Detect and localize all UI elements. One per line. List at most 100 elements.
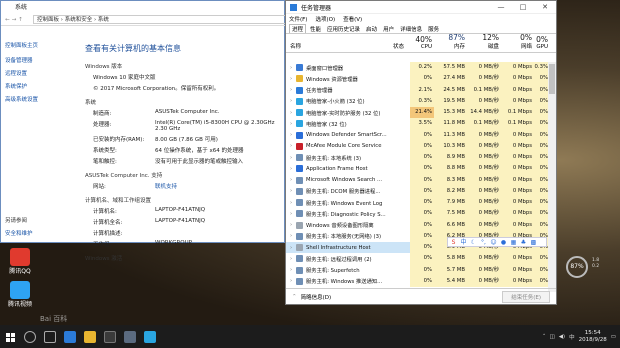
- process-row[interactable]: › Windows Defender SmartScr... 0% 11.3 MB 0 …: [286, 129, 550, 141]
- nav-arrows-icon[interactable]: ←→↑: [1, 17, 33, 23]
- menu-options[interactable]: 选项(O): [315, 15, 335, 23]
- process-name-cell: › Microsoft Windows Search ...: [286, 176, 393, 184]
- process-row[interactable]: › Windows 资源管理器 0% 27.4 MB 0 MB/秒 0 Mbps 0%: [286, 73, 550, 85]
- process-name-cell: › 任务管理器: [286, 86, 393, 94]
- col-gpu[interactable]: 0% GPU: [534, 34, 549, 52]
- process-row[interactable]: › 服务主机: Diagnostic Policy S... 0% 7.5 MB 0 M…: [286, 208, 550, 220]
- task-manager-taskbar-icon[interactable]: [144, 330, 156, 343]
- process-name-cell: › 服务主机: Windows Event Log: [286, 199, 393, 207]
- col-cpu[interactable]: 40% CPU: [410, 34, 434, 52]
- notification-icon[interactable]: ▭: [611, 334, 616, 340]
- process-cpu: 0%: [410, 140, 434, 152]
- process-row[interactable]: › Application Frame Host 0% 8.8 MB 0 MB/秒 0 M…: [286, 163, 550, 175]
- edition-value: Windows 10 家庭中文版: [93, 75, 156, 81]
- process-row[interactable]: › 电脑管家-小火箭 (32 位) 0.3% 19.5 MB 0 MB/秒 0 Mbps 0…: [286, 95, 550, 107]
- chevron-up-icon[interactable]: ⌃: [292, 294, 297, 300]
- grid-icon[interactable]: ▩: [530, 239, 537, 246]
- mic-icon[interactable]: ●: [500, 239, 507, 246]
- volume-icon[interactable]: ◀): [559, 334, 565, 340]
- moon-icon[interactable]: ☾: [470, 239, 477, 246]
- sogou-logo-icon[interactable]: S: [450, 239, 457, 246]
- punctuation-icon[interactable]: °,: [480, 239, 487, 246]
- process-gpu: 0%: [534, 152, 549, 164]
- sidebar-home-link[interactable]: 控制面板主页: [5, 41, 75, 49]
- sidebar-item-advanced[interactable]: 高级系统设置: [5, 95, 75, 103]
- process-row[interactable]: › Windows 音频设备图形隔离 0% 6.6 MB 0 MB/秒 0 Mbps 0%: [286, 219, 550, 231]
- process-cpu: 0%: [410, 152, 434, 164]
- process-disk: 0.1 MB/秒: [467, 84, 501, 96]
- process-row[interactable]: › McAfee Module Core Service 0% 10.3 MB 0 MB…: [286, 140, 550, 152]
- task-view-icon[interactable]: [44, 330, 56, 343]
- process-memory: 19.5 MB: [434, 95, 467, 107]
- process-row[interactable]: › 服务主机: 本地系统 (3) 0% 8.9 MB 0 MB/秒 0 Mbps 0%: [286, 152, 550, 164]
- control-panel-icon[interactable]: [124, 330, 136, 343]
- clock[interactable]: 15:54 2018/9/28: [579, 330, 607, 344]
- process-memory: 5.8 MB: [434, 253, 467, 265]
- minimize-button[interactable]: —: [490, 3, 512, 11]
- tab-startup[interactable]: 启动: [364, 25, 379, 33]
- process-icon: [296, 187, 303, 195]
- desktop-icon-tencent-video[interactable]: 腾讯视频: [6, 281, 34, 308]
- process-row[interactable]: › 桌面窗口管理器 0.2% 57.5 MB 0 MB/秒 0 Mbps 0.3%: [286, 62, 550, 74]
- process-disk: 0 MB/秒: [467, 140, 501, 152]
- memory-gauge[interactable]: 87%: [566, 256, 588, 278]
- windows-start-icon[interactable]: [4, 330, 16, 343]
- end-task-button[interactable]: 结束任务(E): [502, 290, 550, 303]
- sidebar-item-remote[interactable]: 远程设置: [5, 69, 75, 77]
- security-maintenance-link[interactable]: 安全和维护: [5, 229, 33, 237]
- menu-view[interactable]: 查看(V): [343, 15, 362, 23]
- search-icon[interactable]: [24, 330, 36, 343]
- process-network: 0 Mbps: [501, 140, 534, 152]
- ime-tray-indicator[interactable]: 中: [569, 333, 575, 341]
- process-name-cell: › 服务主机: 本地服务(无网络) (3): [286, 232, 393, 240]
- col-disk[interactable]: 12% 磁盘: [467, 34, 501, 52]
- process-row[interactable]: › 服务主机: 远程过程调用 (2) 0% 5.8 MB 0 MB/秒 0 Mbps 0%: [286, 253, 550, 265]
- network-icon[interactable]: ◫: [549, 334, 554, 340]
- tab-services[interactable]: 服务: [426, 25, 441, 33]
- col-network[interactable]: 0% 网络: [501, 34, 534, 52]
- col-memory[interactable]: 87% 内存: [434, 34, 467, 52]
- process-row[interactable]: › 任务管理器 2.1% 24.5 MB 0.1 MB/秒 0 Mbps 0%: [286, 84, 550, 96]
- tab-users[interactable]: 用户: [381, 25, 396, 33]
- keyboard-icon[interactable]: ▦: [510, 239, 517, 246]
- process-gpu: 0%: [534, 95, 549, 107]
- desktop-icon-qq[interactable]: 腾讯QQ: [6, 248, 34, 275]
- scrollbar-thumb[interactable]: [549, 64, 555, 94]
- chevron-up-icon[interactable]: ˄: [543, 334, 546, 340]
- info-value: ASUSTek Computer Inc.: [155, 109, 220, 115]
- tab-processes[interactable]: 进程: [289, 24, 307, 33]
- vertical-scrollbar[interactable]: [548, 62, 556, 292]
- edge-icon[interactable]: [64, 330, 76, 343]
- menu-file[interactable]: 文件(F): [289, 15, 307, 23]
- process-memory: 27.4 MB: [434, 73, 467, 85]
- fewer-details-link[interactable]: 简略信息(D): [301, 293, 332, 301]
- col-name-label: 名称: [290, 44, 302, 50]
- process-row[interactable]: › 电脑管家 (32 位) 3.5% 11.8 MB 0.1 MB/秒 0.1 Mbps 0…: [286, 118, 550, 130]
- col-status[interactable]: 状态: [393, 34, 410, 52]
- tab-performance[interactable]: 性能: [308, 25, 323, 33]
- file-explorer-icon[interactable]: [84, 330, 96, 343]
- process-icon: [296, 244, 303, 252]
- process-gpu: 0%: [534, 174, 549, 186]
- process-row[interactable]: › Microsoft Windows Search ... 0% 8.3 MB 0 M…: [286, 174, 550, 186]
- col-name[interactable]: 名称: [286, 34, 393, 52]
- process-row[interactable]: › 电脑管家-实时防护服务 (32 位) 21.4% 15.3 MB 14.4 MB/秒…: [286, 107, 550, 119]
- tab-app-history[interactable]: 应用历史记录: [325, 25, 362, 33]
- shirt-icon[interactable]: ♣: [520, 239, 527, 246]
- process-row[interactable]: › 服务主机: DCOM 服务器进程... 0% 8.2 MB 0 MB/秒 0 Mbps…: [286, 185, 550, 197]
- process-row[interactable]: › 服务主机: Superfetch 0% 5.7 MB 0 MB/秒 0 Mbps 0%: [286, 264, 550, 276]
- sidebar-item-device-manager[interactable]: 设备管理器: [5, 56, 75, 64]
- process-network: 0 Mbps: [501, 84, 534, 96]
- ime-mode[interactable]: 中: [460, 239, 467, 246]
- emoji-icon[interactable]: ☺: [490, 239, 497, 246]
- process-row[interactable]: › 服务主机: Windows Event Log 0% 7.9 MB 0 MB/秒 0 …: [286, 197, 550, 209]
- maximize-button[interactable]: □: [512, 3, 534, 11]
- close-button[interactable]: ✕: [534, 3, 556, 11]
- tab-details[interactable]: 详细信息: [398, 25, 424, 33]
- breadcrumb[interactable]: 控制面板 › 系统和安全 › 系统: [33, 15, 286, 24]
- online-support-link[interactable]: 联机支持: [155, 182, 285, 190]
- process-row[interactable]: › 服务主机: Windows 推送通知... 0% 5.4 MB 0 MB/秒 0 Mb…: [286, 275, 550, 287]
- title-bar[interactable]: 任务管理器 — □ ✕: [286, 1, 556, 14]
- store-icon[interactable]: [104, 330, 116, 343]
- sidebar-item-protection[interactable]: 系统保护: [5, 82, 75, 90]
